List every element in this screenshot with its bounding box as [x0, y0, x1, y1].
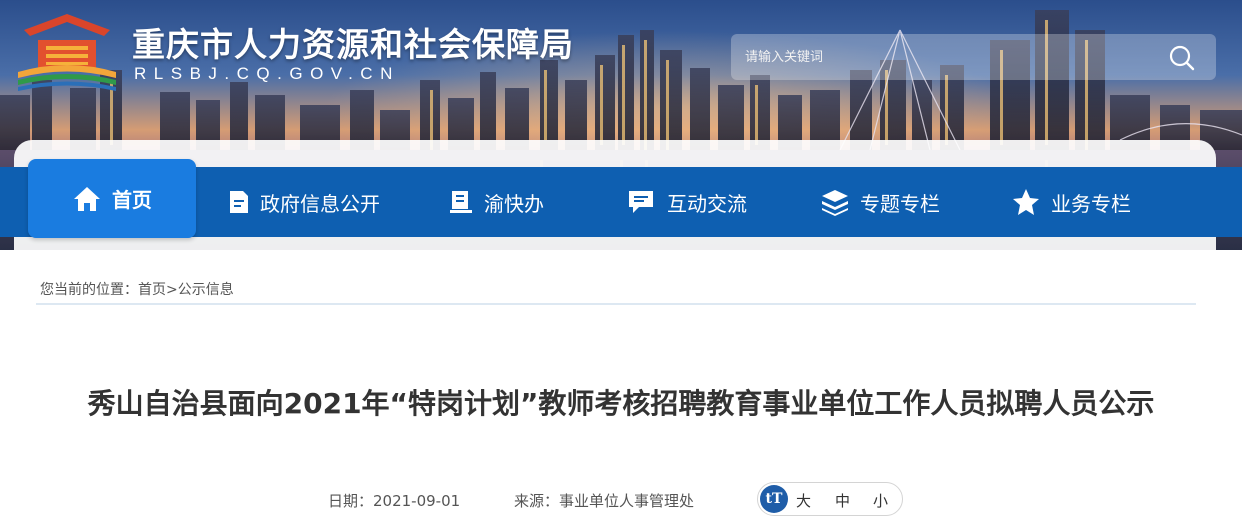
government-emblem-logo	[18, 14, 116, 91]
layers-icon	[822, 190, 848, 216]
nav-item-interaction[interactable]: 互动交流	[627, 167, 747, 237]
breadcrumb-prefix: 您当前的位置：	[40, 282, 138, 298]
breadcrumb-home-link[interactable]: 首页	[138, 282, 166, 298]
home-icon	[74, 186, 100, 211]
nav-item-home[interactable]: 首页	[28, 159, 196, 238]
article-source: 来源：事业单位人事管理处	[514, 492, 695, 510]
nav-item-government-info[interactable]: 政府信息公开	[228, 167, 380, 237]
article-title: 秀山自治县面向2021年“特岗计划”教师考核招聘教育事业单位工作人员拟聘人员公示	[87, 387, 1155, 420]
font-large-button[interactable]: 大	[796, 490, 811, 511]
font-size-icon: tT	[760, 485, 788, 513]
star-icon	[1013, 189, 1039, 215]
book-icon	[450, 191, 472, 213]
chat-icon	[629, 191, 653, 213]
font-medium-button[interactable]: 中	[835, 490, 850, 511]
search-input[interactable]	[745, 46, 1145, 68]
nav-item-special-topics[interactable]: 专题专栏	[820, 167, 940, 237]
search-box	[731, 34, 1216, 80]
breadcrumb-separator: >	[166, 282, 178, 298]
breadcrumb-divider	[36, 303, 1196, 305]
document-icon	[230, 191, 248, 213]
breadcrumb: 您当前的位置：首页>公示信息	[40, 279, 234, 299]
nav-item-label: 专题专栏	[860, 191, 940, 216]
nav-item-label: 互动交流	[667, 191, 747, 216]
breadcrumb-current-link[interactable]: 公示信息	[178, 282, 234, 298]
site-domain: RLSBJ.CQ.GOV.CN	[134, 64, 400, 83]
site-title: 重庆市人力资源和社会保障局	[132, 25, 574, 64]
nav-item-label: 政府信息公开	[260, 191, 380, 216]
font-small-button[interactable]: 小	[873, 490, 888, 511]
nav-item-yukuaiban[interactable]: 渝快办	[448, 167, 544, 237]
search-icon[interactable]	[1168, 44, 1196, 72]
nav-item-label: 业务专栏	[1051, 191, 1131, 216]
article-date: 日期：2021-09-01	[328, 492, 461, 510]
nav-item-label: 渝快办	[484, 191, 544, 216]
nav-item-business[interactable]: 业务专栏	[1011, 167, 1131, 237]
nav-item-label: 首页	[112, 188, 152, 212]
